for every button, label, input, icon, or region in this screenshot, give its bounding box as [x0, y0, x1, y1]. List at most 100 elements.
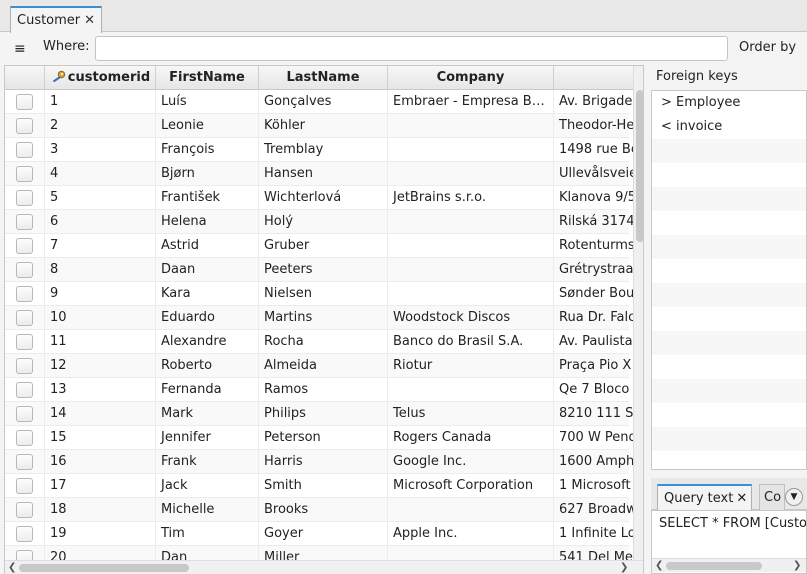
hamburger-icon[interactable]: ≡ — [14, 41, 26, 57]
cell-customerid[interactable]: 6 — [45, 210, 156, 234]
cell-firstname[interactable]: Jennifer — [156, 426, 259, 450]
cell-company[interactable]: Woodstock Discos — [388, 306, 554, 330]
row-checkbox[interactable] — [16, 214, 33, 230]
header-customerid[interactable]: customerid — [45, 66, 156, 90]
cell-firstname[interactable]: Astrid — [156, 234, 259, 258]
row-checkbox[interactable] — [16, 502, 33, 518]
table-row[interactable]: 4BjørnHansen Ullevålsveien — [5, 162, 634, 186]
cell-firstname[interactable]: Michelle — [156, 498, 259, 522]
cell-address[interactable]: 627 Broadway — [554, 498, 634, 522]
cell-customerid[interactable]: 15 — [45, 426, 156, 450]
cell-firstname[interactable]: Eduardo — [156, 306, 259, 330]
cell-address[interactable]: 8210 111 St — [554, 402, 634, 426]
cell-firstname[interactable]: Tim — [156, 522, 259, 546]
horizontal-scrollbar[interactable]: ❮ ❯ — [5, 560, 643, 574]
table-row[interactable]: 17 Jack Smith Microsoft Corporation 1 Micros… — [5, 474, 634, 498]
cell-company[interactable] — [388, 138, 554, 162]
table-row[interactable]: 10 Eduardo Martins Woodstock Discos Rua Dr. … — [5, 306, 634, 330]
cell-company[interactable]: Rogers Canada — [388, 426, 554, 450]
cell-lastname[interactable]: Gruber — [259, 234, 388, 258]
cell-address[interactable]: 1498 rue Béla — [554, 138, 634, 162]
cell-customerid[interactable]: 9 — [45, 282, 156, 306]
cell-company[interactable] — [388, 162, 554, 186]
cell-firstname[interactable]: Leonie — [156, 114, 259, 138]
table-row[interactable]: 8 Daan Peeters Grétrystraat — [5, 258, 634, 282]
cell-company[interactable]: Microsoft Corporation — [388, 474, 554, 498]
fk-item-invoice[interactable]: < invoice — [652, 115, 806, 139]
cell-firstname[interactable]: Bjørn — [156, 162, 259, 186]
cell-firstname[interactable]: František — [156, 186, 259, 210]
scroll-right-icon[interactable]: ❯ — [793, 560, 801, 571]
row-checkbox[interactable] — [16, 166, 33, 182]
tab-query-text[interactable]: Query text ✕ — [657, 484, 753, 510]
fk-item-employee[interactable]: > Employee — [652, 91, 806, 115]
cell-customerid[interactable]: 19 — [45, 522, 156, 546]
cell-company[interactable] — [388, 282, 554, 306]
table-row[interactable]: 12 Roberto Almeida Riotur Praça Pio X — [5, 354, 634, 378]
cell-lastname[interactable]: Holý — [259, 210, 388, 234]
cell-customerid[interactable]: 7 — [45, 234, 156, 258]
cell-firstname[interactable]: Helena — [156, 210, 259, 234]
cell-address[interactable]: 1600 Amphitheatre — [554, 450, 634, 474]
table-row[interactable]: 18MichelleBrooks 627 Broadway — [5, 498, 634, 522]
table-row[interactable]: 15 Jennifer Peterson Rogers Canada 700 W Pen… — [5, 426, 634, 450]
row-checkbox[interactable] — [16, 382, 33, 398]
cell-lastname[interactable]: Wichterlová — [259, 186, 388, 210]
row-checkbox[interactable] — [16, 358, 33, 374]
cell-firstname[interactable]: Luís — [156, 90, 259, 114]
cell-address[interactable]: Ullevålsveien — [554, 162, 634, 186]
cell-company[interactable] — [388, 114, 554, 138]
table-row[interactable]: 2LeonieKöhler Theodor-Heuss — [5, 114, 634, 138]
row-checkbox[interactable] — [16, 334, 33, 350]
table-row[interactable]: 6HelenaHolý Rilská 3174/6 — [5, 210, 634, 234]
header-lastname[interactable]: LastName — [259, 66, 388, 90]
table-row[interactable]: 9KaraNielsen Sønder Boulevard — [5, 282, 634, 306]
cell-address[interactable]: Rotenturmstraße — [554, 234, 634, 258]
scroll-thumb[interactable] — [666, 562, 762, 570]
cell-company[interactable]: Apple Inc. — [388, 522, 554, 546]
row-checkbox[interactable] — [16, 406, 33, 422]
cell-address[interactable]: 1 Infinite Loop — [554, 522, 634, 546]
cell-company[interactable] — [388, 378, 554, 402]
table-row[interactable]: 5 František Wichterlová JetBrains s.r.o. Kla… — [5, 186, 634, 210]
cell-customerid[interactable]: 1 — [45, 90, 156, 114]
tab-customer[interactable]: Customer ✕ — [10, 6, 103, 33]
cell-address[interactable]: Rilská 3174/6 — [554, 210, 634, 234]
cell-customerid[interactable]: 3 — [45, 138, 156, 162]
cell-company[interactable] — [388, 210, 554, 234]
close-icon[interactable]: ✕ — [736, 491, 747, 506]
table-row[interactable]: 19TimGoyerApple Inc.1 Infinite Loop — [5, 522, 634, 546]
cell-company[interactable]: JetBrains s.r.o. — [388, 186, 554, 210]
table-row[interactable]: 1 Luís Gonçalves Embraer - Empresa B… Av. Br… — [5, 90, 634, 114]
cell-lastname[interactable]: Tremblay — [259, 138, 388, 162]
row-checkbox[interactable] — [16, 478, 33, 494]
scroll-thumb[interactable] — [636, 90, 643, 242]
row-checkbox[interactable] — [16, 262, 33, 278]
row-checkbox[interactable] — [16, 286, 33, 302]
close-icon[interactable]: ✕ — [84, 13, 95, 28]
cell-company[interactable] — [388, 258, 554, 282]
row-checkbox[interactable] — [16, 454, 33, 470]
row-checkbox[interactable] — [16, 190, 33, 206]
chevron-down-icon[interactable]: ▼ — [785, 488, 803, 506]
cell-customerid[interactable]: 2 — [45, 114, 156, 138]
cell-customerid[interactable]: 14 — [45, 402, 156, 426]
cell-address[interactable]: Grétrystraat — [554, 258, 634, 282]
cell-firstname[interactable]: François — [156, 138, 259, 162]
cell-address[interactable]: Av. Brigadeiro — [554, 90, 634, 114]
scroll-right-icon[interactable]: ❯ — [620, 562, 628, 573]
cell-company[interactable]: Google Inc. — [388, 450, 554, 474]
row-checkbox[interactable] — [16, 142, 33, 158]
vertical-scrollbar[interactable] — [633, 66, 643, 560]
scroll-left-icon[interactable]: ❮ — [655, 560, 663, 571]
cell-customerid[interactable]: 4 — [45, 162, 156, 186]
cell-firstname[interactable]: Fernanda — [156, 378, 259, 402]
cell-lastname[interactable]: Philips — [259, 402, 388, 426]
cell-address[interactable]: Av. Paulista — [554, 330, 634, 354]
cell-lastname[interactable]: Peterson — [259, 426, 388, 450]
cell-lastname[interactable]: Peeters — [259, 258, 388, 282]
cell-customerid[interactable]: 8 — [45, 258, 156, 282]
cell-customerid[interactable]: 10 — [45, 306, 156, 330]
header-address[interactable] — [554, 66, 643, 90]
table-row[interactable]: 16FrankHarrisGoogle Inc.1600 Amphitheatr… — [5, 450, 634, 474]
